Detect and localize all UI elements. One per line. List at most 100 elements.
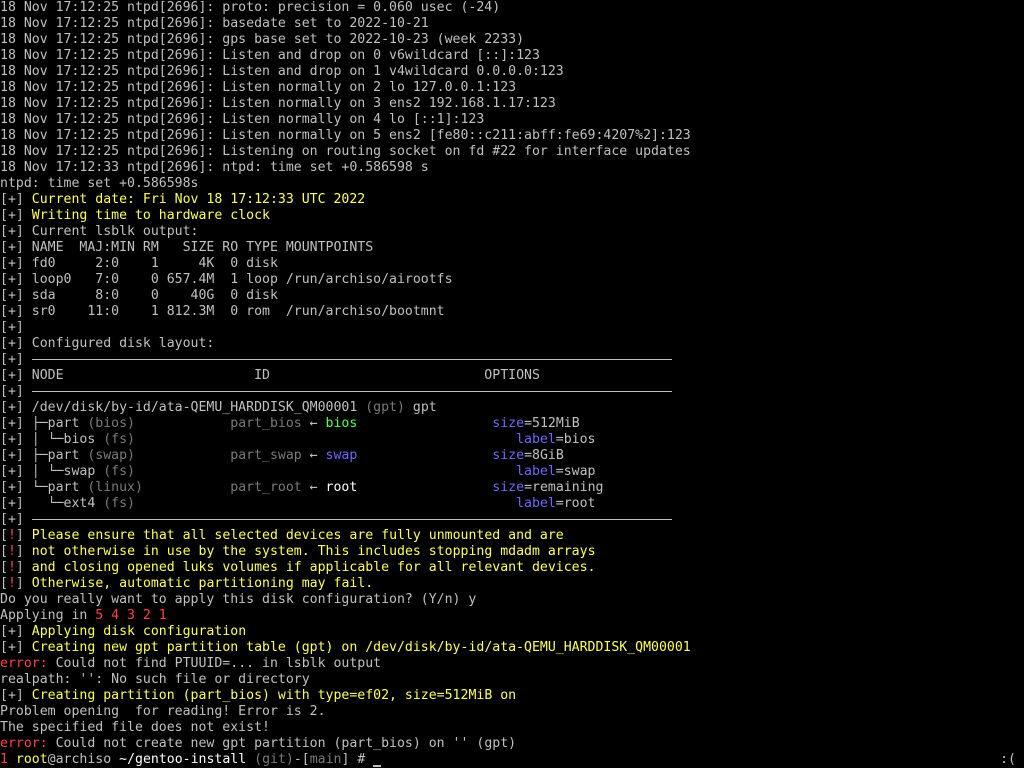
text-segment — [246, 752, 254, 767]
terminal-line: The specified file does not exist! — [0, 720, 1024, 736]
text-segment: Please ensure that all selected devices … — [31, 528, 564, 543]
terminal-line: [+] loop0 7:0 0 657.4M 1 loop /run/archi… — [0, 272, 1024, 288]
text-segment: [+] /dev/disk/by-id/ata-QEMU_HARDDISK_QM… — [0, 400, 366, 415]
text-segment: Creating partition (part_bios) with type… — [31, 688, 517, 703]
text-segment: ← — [301, 416, 326, 431]
text-segment: 18 Nov 17:12:25 ntpd[2696]: basedate set… — [0, 16, 429, 31]
text-segment: (git) — [254, 752, 294, 767]
text-segment: [+] NAME MAJ:MIN RM SIZE RO TYPE MOUNTPO… — [0, 240, 374, 255]
text-segment: [+] └─part — [0, 480, 88, 495]
text-segment: and closing opened luks volumes if appli… — [31, 560, 596, 575]
terminal-line: [+] fd0 2:0 1 4K 0 disk — [0, 256, 1024, 272]
text-segment: (fs) — [103, 496, 135, 511]
terminal-line: [+] Current date: Fri Nov 18 17:12:33 UT… — [0, 192, 1024, 208]
table-rule — [31, 518, 672, 520]
terminal-line: [+] sr0 11:0 1 812.3M 0 rom /run/archiso… — [0, 304, 1024, 320]
text-segment: ] # — [341, 752, 374, 767]
text-segment: swap — [325, 448, 358, 463]
text-segment: 18 Nov 17:12:25 ntpd[2696]: Listen norma… — [0, 112, 485, 127]
terminal-line: error: Could not create new gpt partitio… — [0, 736, 1024, 752]
terminal-line: [!] not otherwise in use by the system. … — [0, 544, 1024, 560]
text-segment: [+] │ └─bios — [0, 432, 104, 447]
text-segment: ! — [7, 560, 16, 575]
text-segment: ] — [15, 560, 32, 575]
text-segment: label — [516, 432, 556, 447]
text-segment: [ — [0, 544, 8, 559]
terminal-line: Do you really want to apply this disk co… — [0, 592, 1024, 608]
terminal-line: 18 Nov 17:12:25 ntpd[2696]: Listening on… — [0, 144, 1024, 160]
text-segment: =8GiB — [524, 448, 564, 463]
text-segment: [+] Current lsblk output: — [0, 224, 199, 239]
text-segment: [ — [0, 576, 8, 591]
text-segment: ← — [301, 480, 326, 495]
text-segment: [+] fd0 2:0 1 4K 0 disk — [0, 256, 278, 271]
terminal-line: 18 Nov 17:12:25 ntpd[2696]: proto: preci… — [0, 0, 1024, 16]
text-segment — [135, 432, 516, 447]
text-segment: ! — [7, 544, 16, 559]
terminal-line: [!] and closing opened luks volumes if a… — [0, 560, 1024, 576]
text-segment: 18 Nov 17:12:25 ntpd[2696]: Listen norma… — [0, 96, 556, 111]
text-segment — [357, 448, 492, 463]
text-segment: Do you really want to apply this disk co… — [0, 592, 477, 607]
text-segment: [ — [0, 560, 8, 575]
text-segment: main — [309, 752, 342, 767]
text-segment: ! — [7, 576, 16, 591]
terminal-line: [+] Current lsblk output: — [0, 224, 1024, 240]
text-segment: ] — [15, 528, 32, 543]
text-segment: ← — [301, 448, 326, 463]
text-segment: error: — [0, 656, 48, 671]
text-segment: The specified file does not exist! — [0, 720, 270, 735]
terminal-line: [+] NODE ID OPTIONS — [0, 368, 1024, 384]
text-segment: 18 Nov 17:12:25 ntpd[2696]: Listen norma… — [0, 80, 517, 95]
text-segment: (fs) — [103, 432, 135, 447]
terminal-line: 18 Nov 17:12:25 ntpd[2696]: Listen norma… — [0, 96, 1024, 112]
text-segment: [+] │ └─swap — [0, 464, 104, 479]
terminal-line: [+] NAME MAJ:MIN RM SIZE RO TYPE MOUNTPO… — [0, 240, 1024, 256]
text-segment: Otherwise, automatic partitioning may fa… — [31, 576, 374, 591]
text-segment: 18 Nov 17:12:25 ntpd[2696]: Listen and d… — [0, 48, 540, 63]
text-segment: ] — [15, 576, 32, 591]
text-segment: 5 4 3 2 1 — [95, 608, 167, 623]
terminal-line: ntpd: time set +0.586598s — [0, 176, 1024, 192]
text-segment: 18 Nov 17:12:25 ntpd[2696]: proto: preci… — [0, 0, 501, 15]
text-segment: [+] — [0, 688, 32, 703]
terminal-line: Applying in 5 4 3 2 1 — [0, 608, 1024, 624]
terminal-line: error: Could not find PTUUID=... in lsbl… — [0, 656, 1024, 672]
terminal-line: 18 Nov 17:12:25 ntpd[2696]: Listen norma… — [0, 112, 1024, 128]
terminal-line: Problem opening for reading! Error is 2. — [0, 704, 1024, 720]
text-segment: root — [325, 480, 358, 495]
text-segment: ! — [7, 528, 16, 543]
terminal-line: 18 Nov 17:12:33 ntpd[2696]: ntpd: time s… — [0, 160, 1024, 176]
text-segment: [+] sr0 11:0 1 812.3M 0 rom /run/archiso… — [0, 304, 445, 319]
text-segment — [357, 480, 492, 495]
terminal-line: 18 Nov 17:12:25 ntpd[2696]: Listen norma… — [0, 128, 1024, 144]
terminal-line: 18 Nov 17:12:25 ntpd[2696]: basedate set… — [0, 16, 1024, 32]
text-segment — [135, 464, 516, 479]
exit-status-indicator: :( — [1000, 752, 1016, 767]
text-segment: [ — [0, 528, 8, 543]
text-segment: Creating new gpt partition table (gpt) o… — [31, 640, 691, 655]
text-segment: [+] sda 8:0 0 40G 0 disk — [0, 288, 278, 303]
terminal-output[interactable]: 18 Nov 17:12:25 ntpd[2696]: proto: preci… — [0, 0, 1024, 768]
text-segment: size — [492, 448, 525, 463]
text-segment: 1 — [0, 752, 16, 767]
text-segment — [357, 416, 492, 431]
terminal-line: 18 Nov 17:12:25 ntpd[2696]: Listen norma… — [0, 80, 1024, 96]
text-segment: @archiso — [47, 752, 120, 767]
text-segment: gpt — [404, 400, 437, 415]
text-segment: [+] — [0, 192, 32, 207]
terminal-line: [+] └─ext4 (fs) label=root — [0, 496, 1024, 512]
text-segment: [+] NODE ID OPTIONS — [0, 368, 540, 383]
text-segment: [+] — [0, 512, 24, 527]
text-segment: not otherwise in use by the system. This… — [31, 544, 596, 559]
terminal-line: realpath: '': No such file or directory — [0, 672, 1024, 688]
text-segment: [+] loop0 7:0 0 657.4M 1 loop /run/archi… — [0, 272, 453, 287]
text-segment: [+] — [0, 384, 24, 399]
text-segment: root — [15, 752, 48, 767]
terminal-line: 18 Nov 17:12:25 ntpd[2696]: Listen and d… — [0, 48, 1024, 64]
text-segment: Applying in — [0, 608, 96, 623]
terminal-line: [+] Creating partition (part_bios) with … — [0, 688, 1024, 704]
text-segment: Current date: Fri Nov 18 17:12:33 UTC 20… — [31, 192, 366, 207]
text-segment: Applying disk configuration — [31, 624, 247, 639]
text-segment: label — [516, 464, 556, 479]
